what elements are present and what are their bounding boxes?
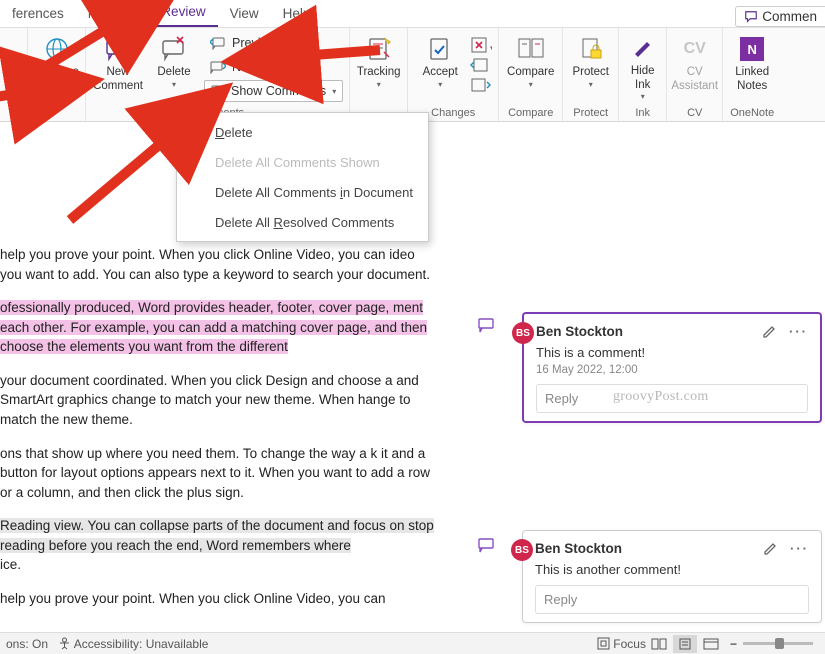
show-comments-button[interactable]: Show Comments ▾ xyxy=(204,80,343,102)
previous-icon xyxy=(210,36,226,50)
svg-text:+: + xyxy=(124,37,129,46)
status-bar: ons: On Accessibility: Unavailable Focus… xyxy=(0,632,825,654)
comment-icon xyxy=(211,85,225,98)
more-icon[interactable]: ··· xyxy=(789,324,808,339)
doc-paragraph: Reading view. You can collapse parts of … xyxy=(0,516,440,575)
prev-change-icon[interactable] xyxy=(470,56,492,74)
comment-author: Ben Stockton xyxy=(535,541,622,556)
compare-icon xyxy=(517,36,545,62)
previous-comment-button[interactable]: Previous xyxy=(204,32,343,54)
status-text: ons: On xyxy=(6,637,48,651)
watermark: groovyPost.com xyxy=(613,389,709,405)
comment-time: 16 May 2022, 12:00 xyxy=(536,364,808,376)
accessibility-button[interactable]: ity xyxy=(1,30,27,102)
comment-text: This is another comment! xyxy=(535,562,809,577)
avatar: BS xyxy=(511,539,533,561)
hide-ink-button[interactable]: Hide Ink xyxy=(620,30,666,102)
group-label-onenote: OneNote xyxy=(730,106,774,120)
tab-mailings[interactable]: Mailings xyxy=(76,2,150,27)
next-icon xyxy=(210,60,226,74)
edit-icon[interactable] xyxy=(762,324,777,339)
ribbon: ity anguage + New Comment Delete Previo xyxy=(0,28,825,122)
group-label-ink: Ink xyxy=(635,106,650,120)
language-button[interactable]: anguage xyxy=(29,30,85,102)
cv-icon: CV xyxy=(684,40,706,58)
group-label-protect: Protect xyxy=(573,106,608,120)
tab-help[interactable]: Help xyxy=(271,2,323,27)
comments-button[interactable]: Commen xyxy=(735,6,825,27)
reject-icon[interactable]: ▾ xyxy=(470,36,492,54)
new-comment-button[interactable]: + New Comment xyxy=(90,30,146,102)
compare-button[interactable]: Compare xyxy=(503,30,559,102)
delete-dropdown: Delete Delete All Comments Shown Delete … xyxy=(176,112,429,242)
svg-text:▾: ▾ xyxy=(490,45,492,52)
tracking-icon xyxy=(366,36,392,62)
dd-delete[interactable]: Delete xyxy=(177,117,428,147)
comment-indicator-icon[interactable] xyxy=(478,538,494,556)
comment-author: Ben Stockton xyxy=(536,324,623,339)
edit-icon[interactable] xyxy=(763,541,778,556)
zoom-out-button[interactable]: − xyxy=(730,637,737,651)
delete-comment-icon xyxy=(160,36,188,62)
reply-input[interactable]: Reply xyxy=(535,585,809,614)
group-label-changes: Changes xyxy=(431,106,475,120)
tab-view[interactable]: View xyxy=(218,2,271,27)
chevron-down-icon: ▾ xyxy=(332,87,336,96)
accept-icon xyxy=(427,36,453,62)
print-layout-button[interactable] xyxy=(673,635,697,653)
focus-icon xyxy=(597,637,610,650)
dd-delete-shown: Delete All Comments Shown xyxy=(177,147,428,177)
comment-icon xyxy=(744,10,758,24)
read-mode-button[interactable] xyxy=(647,635,671,653)
cv-assistant-button: CV CV Assistant xyxy=(668,30,722,102)
tab-references[interactable]: ferences xyxy=(0,2,76,27)
group-label-cv: CV xyxy=(687,106,702,120)
accessibility-status[interactable]: Accessibility: Unavailable xyxy=(58,637,208,651)
comment-card[interactable]: BS Ben Stockton ··· This is a comment! 1… xyxy=(522,312,822,423)
delete-comment-icon xyxy=(192,125,208,139)
doc-paragraph: your document coordinated. When you clic… xyxy=(0,371,440,430)
accessibility-icon xyxy=(58,637,71,650)
globe-icon xyxy=(44,36,70,62)
comment-card[interactable]: BS Ben Stockton ··· This is another comm… xyxy=(522,530,822,623)
group-label-compare: Compare xyxy=(508,106,553,120)
next-comment-button[interactable]: Next xyxy=(204,56,343,78)
delete-comment-button[interactable]: Delete xyxy=(146,30,202,102)
tracking-button[interactable]: Tracking xyxy=(351,30,407,102)
doc-paragraph: ofessionally produced, Word provides hea… xyxy=(0,298,440,357)
next-change-icon[interactable] xyxy=(470,76,492,94)
onenote-icon: N xyxy=(740,37,764,61)
tab-review[interactable]: Review xyxy=(149,0,217,27)
more-icon[interactable]: ··· xyxy=(790,541,809,556)
zoom-slider[interactable] xyxy=(743,642,813,645)
doc-paragraph: ons that show up where you need them. To… xyxy=(0,444,440,503)
doc-paragraph: help you prove your point. When you clic… xyxy=(0,245,440,284)
avatar: BS xyxy=(512,322,534,344)
new-comment-icon: + xyxy=(104,36,132,62)
comment-text: This is a comment! xyxy=(536,345,808,360)
dd-delete-resolved[interactable]: Delete All Resolved Comments xyxy=(177,207,428,237)
accept-button[interactable]: Accept xyxy=(412,30,468,102)
reply-input[interactable]: Reply groovyPost.com xyxy=(536,384,808,413)
web-layout-button[interactable] xyxy=(699,635,723,653)
doc-paragraph: help you prove your point. When you clic… xyxy=(0,589,440,609)
comment-indicator-icon[interactable] xyxy=(478,318,494,336)
ink-icon xyxy=(631,36,655,60)
focus-mode-button[interactable]: Focus xyxy=(597,637,646,651)
comments-label: Commen xyxy=(762,9,817,24)
document-body[interactable]: help you prove your point. When you clic… xyxy=(0,245,440,622)
lock-icon xyxy=(579,36,603,62)
dd-delete-in-document[interactable]: Delete All Comments in Document xyxy=(177,177,428,207)
linked-notes-button[interactable]: N Linked Notes xyxy=(724,30,780,102)
protect-button[interactable]: Protect xyxy=(563,30,619,102)
